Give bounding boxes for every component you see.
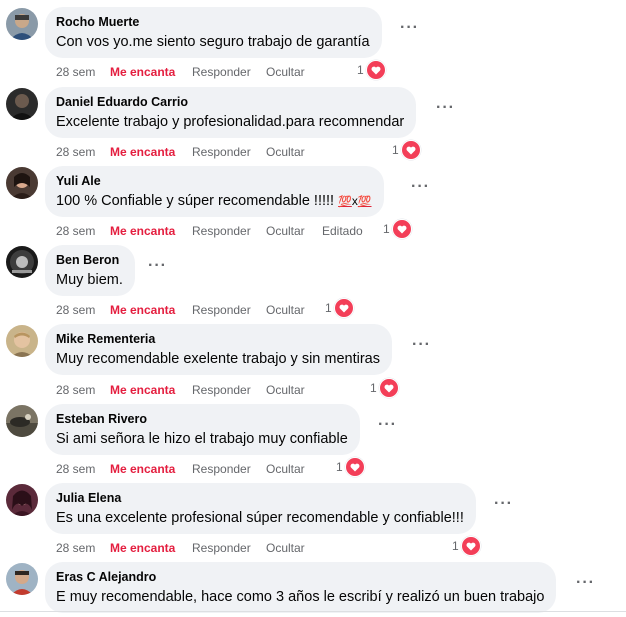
avatar[interactable] [6,405,38,437]
comment-timestamp[interactable]: 28 sem [56,461,95,477]
reaction-summary[interactable]: 1 [357,60,386,80]
more-options-icon[interactable]: ··· [494,496,513,512]
more-options-icon[interactable]: ··· [411,179,430,195]
reaction-count: 1 [325,301,332,315]
comment-author[interactable]: Rocho Muerte [56,15,370,30]
reaction-summary[interactable]: 1 [325,298,354,318]
comment-bubble: Rocho Muerte Con vos yo.me siento seguro… [45,7,382,58]
comment-text: Excelente trabajo y profesionalidad.para… [56,114,405,130]
reply-button[interactable]: Responder [192,144,251,160]
more-options-icon[interactable]: ··· [576,575,595,591]
like-button[interactable]: Me encanta [110,382,175,398]
comment-bubble: Yuli Ale 100 % Confiable y súper recomen… [45,166,384,217]
hide-button[interactable]: Ocultar [266,461,305,477]
avatar[interactable] [6,246,38,278]
hide-button[interactable]: Ocultar [266,223,305,239]
hundred-points-emoji: 💯 [357,196,372,208]
comment-timestamp[interactable]: 28 sem [56,302,95,318]
reaction-count: 1 [370,381,377,395]
more-options-icon[interactable]: ··· [400,20,419,36]
comment-text: E muy recomendable, hace como 3 años le … [56,589,545,605]
avatar[interactable] [6,167,38,199]
comment-bubble: Daniel Eduardo Carrio Excelente trabajo … [45,87,417,138]
comment-bubble: Mike Rementeria Muy recomendable exelent… [45,324,392,375]
reaction-summary[interactable]: 1 [452,536,481,556]
avatar[interactable] [6,88,38,120]
hide-button[interactable]: Ocultar [266,144,305,160]
more-options-icon[interactable]: ··· [378,417,397,433]
reaction-count: 1 [392,143,399,157]
like-button[interactable]: Me encanta [110,64,175,80]
avatar[interactable] [6,484,38,516]
comment-author[interactable]: Esteban Rivero [56,412,348,427]
comment-text: Muy recomendable exelente trabajo y sin … [56,351,380,367]
comment-text: Con vos yo.me siento seguro trabajo de g… [56,34,370,50]
reaction-summary[interactable]: 1 [370,378,399,398]
reaction-summary[interactable]: 1 [336,457,365,477]
comment-text: Es una excelente profesional súper recom… [56,510,464,526]
like-button[interactable]: Me encanta [110,144,175,160]
reaction-count: 1 [452,539,459,553]
hide-button[interactable]: Ocultar [266,382,305,398]
heart-icon [391,219,412,239]
reply-button[interactable]: Responder [192,540,251,556]
reaction-count: 1 [383,222,390,236]
heart-icon [344,457,365,477]
hide-button[interactable]: Ocultar [266,64,305,80]
heart-icon [400,140,421,160]
avatar[interactable] [6,563,38,595]
comment-author[interactable]: Mike Rementeria [56,332,380,347]
more-options-icon[interactable]: ··· [436,100,455,116]
like-button[interactable]: Me encanta [110,302,175,318]
reply-button[interactable]: Responder [192,382,251,398]
edited-label[interactable]: Editado [322,223,363,239]
more-options-icon[interactable]: ··· [412,337,431,353]
comment-timestamp[interactable]: 28 sem [56,382,95,398]
heart-icon [333,298,354,318]
comment-author[interactable]: Eras C Alejandro [56,570,544,585]
heart-icon [460,536,481,556]
hide-button[interactable]: Ocultar [266,302,305,318]
avatar[interactable] [6,325,38,357]
comment-author[interactable]: Ben Beron [56,253,123,268]
reply-button[interactable]: Responder [192,302,251,318]
comment-text: 100 % Confiable y súper recomendable !!!… [56,192,372,212]
comment-author[interactable]: Julia Elena [56,491,464,506]
comment-bubble: Eras C Alejandro E muy recomendable, hac… [45,562,557,613]
avatar[interactable] [6,8,38,40]
comment-timestamp[interactable]: 28 sem [56,223,95,239]
reaction-count: 1 [336,460,343,474]
like-button[interactable]: Me encanta [110,540,175,556]
comment-author[interactable]: Yuli Ale [56,174,372,189]
hundred-points-emoji: 💯 [338,196,352,208]
comment-timestamp[interactable]: 28 sem [56,144,95,160]
comment-bubble: Julia Elena Es una excelente profesional… [45,483,476,534]
comment-bubble: Esteban Rivero Si ami señora le hizo el … [45,404,360,455]
comment-text: Si ami señora le hizo el trabajo muy con… [56,431,348,447]
comment-timestamp[interactable]: 28 sem [56,540,95,556]
reply-button[interactable]: Responder [192,223,251,239]
heart-icon [378,378,399,398]
more-options-icon[interactable]: ··· [148,258,167,274]
reaction-count: 1 [357,63,364,77]
reply-button[interactable]: Responder [192,64,251,80]
comment-text-body: 100 % Confiable y súper recomendable !!!… [56,193,339,209]
comment-timestamp[interactable]: 28 sem [56,64,95,80]
comment-text: Muy biem. [56,272,123,288]
reaction-summary[interactable]: 1 [392,140,421,160]
comment-bubble: Ben Beron Muy biem. [45,245,135,296]
hide-button[interactable]: Ocultar [266,540,305,556]
reaction-summary[interactable]: 1 [383,219,412,239]
like-button[interactable]: Me encanta [110,223,175,239]
divider [0,611,626,612]
comment-author[interactable]: Daniel Eduardo Carrio [56,95,404,110]
heart-icon [365,60,386,80]
reply-button[interactable]: Responder [192,461,251,477]
like-button[interactable]: Me encanta [110,461,175,477]
